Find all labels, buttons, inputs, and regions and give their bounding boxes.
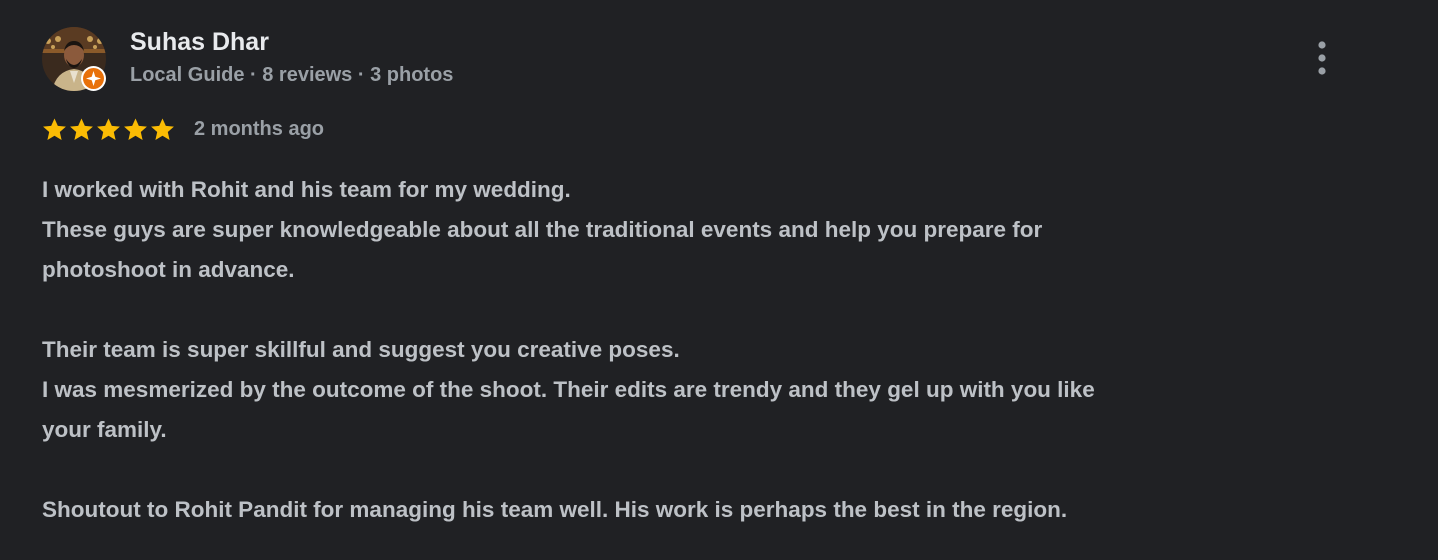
more-options-button[interactable]	[1302, 38, 1342, 82]
star-icon	[70, 118, 93, 140]
star-icon	[151, 118, 174, 140]
star-icon	[97, 118, 120, 140]
author-name[interactable]: Suhas Dhar	[130, 27, 269, 57]
local-guide-badge-icon	[80, 65, 107, 92]
review-date: 2 months ago	[194, 118, 325, 140]
review-card: Suhas Dhar Local Guide · 8 reviews · 3 p…	[0, 0, 1438, 560]
review-line: your family.	[42, 417, 167, 442]
star-rating	[41, 116, 176, 143]
more-vert-icon	[1318, 41, 1326, 75]
star-icon	[43, 118, 66, 140]
review-line: Shoutout to Rohit Pandit for managing hi…	[42, 497, 1068, 522]
star-icon	[124, 118, 147, 140]
author-meta: Local Guide · 8 reviews · 3 photos	[130, 64, 454, 86]
review-line: I worked with Rohit and his team for my …	[42, 177, 571, 202]
review-line-blank	[42, 290, 1332, 330]
review-line: Their team is super skillful and suggest…	[42, 337, 680, 362]
author-avatar[interactable]	[42, 27, 106, 91]
review-text: I worked with Rohit and his team for my …	[42, 170, 1332, 530]
review-line: I was mesmerized by the outcome of the s…	[42, 377, 1095, 402]
review-line: photoshoot in advance.	[42, 257, 295, 282]
review-line-blank	[42, 450, 1332, 490]
review-line: These guys are super knowledgeable about…	[42, 217, 1043, 242]
